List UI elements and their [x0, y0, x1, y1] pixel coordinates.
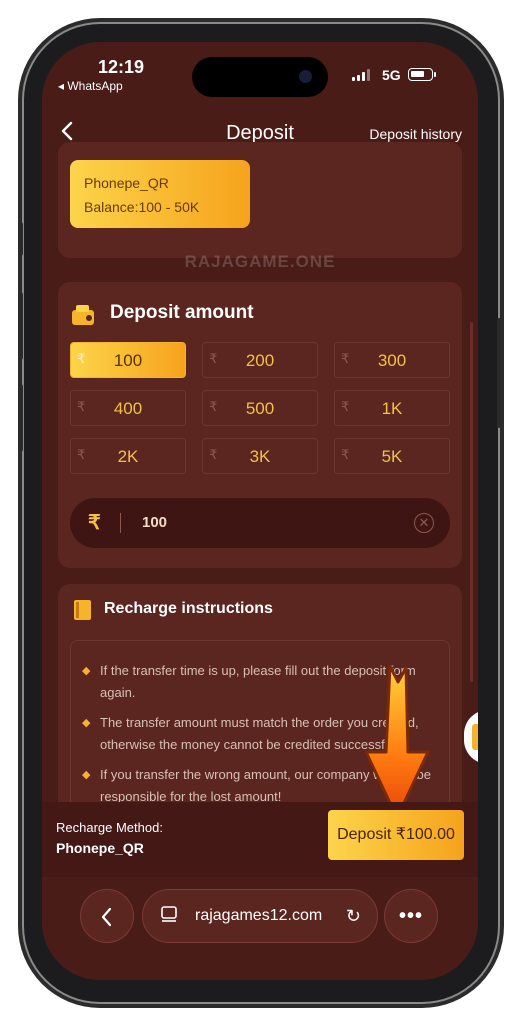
recharge-footer: Recharge Method: Phonepe_QR Deposit ₹100… [42, 802, 478, 877]
status-time: 12:19 [98, 57, 145, 77]
amount-option-3k[interactable]: ₹3K [202, 438, 318, 474]
floating-support-button[interactable] [464, 710, 478, 764]
wallet-icon [72, 305, 94, 325]
deposit-history-link[interactable]: Deposit history [369, 126, 462, 142]
amount-option-value: 300 [377, 351, 407, 370]
recharge-method-value: Phonepe_QR [56, 840, 144, 856]
amount-option-value: 5K [381, 447, 403, 466]
url-bar[interactable]: rajagames12.com ↻ [142, 889, 378, 943]
amount-option-400[interactable]: ₹400 [70, 390, 186, 426]
battery-icon [408, 68, 433, 81]
camera-icon [299, 70, 312, 83]
bullet-icon: ◆ [82, 717, 91, 729]
bullet-icon: ◆ [82, 665, 91, 677]
amount-option-value: 200 [245, 351, 275, 370]
network-type: 5G [382, 67, 401, 83]
rupee-icon: ₹ [88, 512, 101, 534]
amount-option-value: 100 [113, 351, 143, 370]
amount-input-value: 100 [142, 514, 168, 531]
bullet-icon: ◆ [82, 769, 91, 781]
screen: 12:19 ◂ WhatsApp 5G Deposit Deposit hist… [42, 42, 478, 980]
watermark: RAJAGAME.ONE [184, 252, 336, 271]
amount-option-100[interactable]: ₹100 [70, 342, 186, 378]
amount-option-1k[interactable]: ₹1K [334, 390, 450, 426]
side-button [18, 222, 23, 256]
dynamic-island [192, 57, 328, 97]
amount-option-300[interactable]: ₹300 [334, 342, 450, 378]
url-text: rajagames12.com [195, 907, 323, 924]
more-icon: ••• [398, 905, 423, 927]
amount-option-200[interactable]: ₹200 [202, 342, 318, 378]
volume-up-button [18, 292, 23, 360]
amount-option-value: 3K [249, 447, 271, 466]
payment-method-option[interactable]: Phonepe_QR Balance:100 - 50K [70, 160, 250, 228]
amount-option-value: 500 [245, 399, 275, 418]
browser-back-button[interactable] [80, 889, 134, 943]
amount-option-value: 400 [113, 399, 143, 418]
amount-option-500[interactable]: ₹500 [202, 390, 318, 426]
amount-input[interactable]: ₹ 100 ✕ [70, 498, 450, 548]
payment-method-name: Phonepe_QR [84, 175, 169, 191]
power-button [497, 318, 502, 428]
page-icon [161, 906, 177, 922]
amount-option-2k[interactable]: ₹2K [70, 438, 186, 474]
scrollbar[interactable] [470, 322, 473, 682]
amount-option-value: 1K [381, 399, 403, 418]
input-divider [120, 513, 121, 533]
status-bar: 12:19 ◂ WhatsApp 5G [42, 42, 478, 102]
deposit-amount-title: Deposit amount [110, 302, 254, 323]
volume-down-button [18, 384, 23, 452]
reload-icon[interactable]: ↻ [346, 906, 361, 927]
amount-option-5k[interactable]: ₹5K [334, 438, 450, 474]
recharge-method-label: Recharge Method: [56, 820, 163, 835]
book-icon [74, 600, 91, 620]
browser-toolbar: rajagames12.com ↻ ••• [42, 877, 478, 980]
amount-option-value: 2K [117, 447, 139, 466]
back-to-app-link[interactable]: ◂ WhatsApp [58, 79, 123, 93]
battery-tip [434, 72, 436, 77]
browser-more-button[interactable]: ••• [384, 889, 438, 943]
instructions-title: Recharge instructions [104, 600, 273, 617]
chevron-left-icon [101, 907, 112, 926]
clear-icon[interactable]: ✕ [414, 513, 434, 533]
arrow-down-icon [364, 664, 430, 820]
payment-method-balance: Balance:100 - 50K [84, 199, 200, 215]
deposit-button[interactable]: Deposit ₹100.00 [328, 810, 464, 860]
signal-icon [352, 69, 370, 81]
